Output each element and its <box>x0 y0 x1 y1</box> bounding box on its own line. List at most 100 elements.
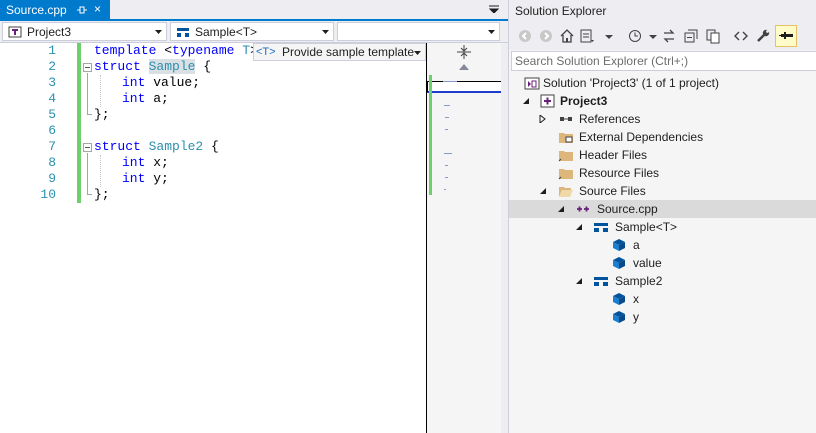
tree-item-struct-sample[interactable]: Sample<T> <box>509 218 816 236</box>
tree-item-references[interactable]: References <box>509 110 816 128</box>
cpp-project-icon <box>540 94 555 108</box>
scroll-up-icon[interactable] <box>459 64 469 70</box>
chevron-down-icon[interactable] <box>414 51 421 55</box>
properties-wrench-icon[interactable] <box>755 28 771 44</box>
field-icon <box>613 293 625 305</box>
chevron-down-icon <box>155 30 162 34</box>
pin-icon[interactable] <box>76 4 88 16</box>
tree-item-label: External Dependencies <box>579 130 704 144</box>
expanded-arrow-icon[interactable] <box>575 223 583 231</box>
tree-item-struct-sample2[interactable]: Sample2 <box>509 272 816 290</box>
sync-active-document-icon[interactable] <box>661 28 677 44</box>
code-editor-pane: Source.cpp × Project3 Sample<T> 1 2 3 4 … <box>0 0 508 433</box>
collapsed-arrow-icon[interactable] <box>539 115 547 123</box>
line-number: 6 <box>48 123 56 138</box>
preview-selected-items-button[interactable] <box>775 25 797 47</box>
solution-explorer-toolbar <box>509 22 816 50</box>
code-text: { <box>203 139 219 154</box>
expanded-arrow-icon[interactable] <box>539 187 547 195</box>
keyword: typename <box>172 43 235 58</box>
tree-item-label: a <box>633 238 640 252</box>
vertical-scrollbar-map[interactable] <box>426 43 502 433</box>
map-code-line <box>444 189 446 190</box>
navigation-bar: Project3 Sample<T> <box>0 21 508 43</box>
collapse-struct-sample-icon[interactable] <box>83 63 92 72</box>
preview-pin-icon <box>779 32 793 39</box>
template-badge: <T> <box>256 46 276 58</box>
scroll-thumb[interactable] <box>427 81 502 93</box>
project-icon <box>8 26 22 38</box>
tree-item-field-x[interactable]: x <box>509 290 816 308</box>
home-icon[interactable] <box>559 28 575 44</box>
project-dropdown[interactable]: Project3 <box>2 22 167 41</box>
code-text: { <box>195 59 212 74</box>
tab-overflow-chevron-icon[interactable] <box>489 5 499 13</box>
line-number: 3 <box>48 75 56 90</box>
line-number: 10 <box>40 187 56 202</box>
collapse-struct-sample2-icon[interactable] <box>83 143 92 152</box>
line-number: 5 <box>48 107 56 122</box>
solution-explorer-search-input[interactable]: Search Solution Explorer (Ctrl+;) <box>511 51 816 71</box>
expanded-arrow-icon[interactable] <box>575 277 583 285</box>
tree-item-project[interactable]: Project3 <box>509 92 816 110</box>
tree-item-external-dependencies[interactable]: External Dependencies <box>509 128 816 146</box>
switch-views-icon[interactable] <box>579 28 595 44</box>
chevron-down-icon[interactable] <box>601 28 617 44</box>
keyword: struct <box>94 139 141 154</box>
scope-dropdown-value: Sample<T> <box>195 25 258 39</box>
tab-source-cpp[interactable]: Source.cpp × <box>0 0 110 19</box>
project-dropdown-value: Project3 <box>27 25 72 39</box>
references-icon <box>560 117 572 121</box>
code-text-area[interactable]: 1 2 3 4 5 6 7 8 9 10 template <typename … <box>0 43 426 433</box>
code-line-4: int a; <box>122 91 169 106</box>
tree-item-field-value[interactable]: value <box>509 254 816 272</box>
tree-item-label: Sample<T> <box>615 220 678 234</box>
line-number: 4 <box>48 91 56 106</box>
solution-tree: Solution 'Project3' (1 of 1 project) Pro… <box>509 73 816 433</box>
show-all-files-icon[interactable] <box>705 28 721 44</box>
expanded-arrow-icon[interactable] <box>522 97 530 105</box>
chevron-down-icon[interactable] <box>645 28 661 44</box>
tree-item-field-a[interactable]: a <box>509 236 816 254</box>
change-tracking-bar <box>77 43 81 203</box>
template-argument-bar[interactable]: <T> Provide sample template <box>253 43 426 61</box>
tree-item-label: x <box>633 292 639 306</box>
tree-item-header-files[interactable]: Header Files <box>509 146 816 164</box>
back-icon[interactable] <box>517 28 533 44</box>
tree-item-source-cpp[interactable]: Source.cpp <box>509 200 816 218</box>
search-placeholder: Search Solution Explorer (Ctrl+;) <box>515 54 689 68</box>
tree-item-field-y[interactable]: y <box>509 308 816 326</box>
pane-splitter[interactable] <box>501 43 508 433</box>
code-line-5: }; <box>94 107 110 122</box>
tree-item-solution[interactable]: Solution 'Project3' (1 of 1 project) <box>509 74 816 92</box>
forward-icon[interactable] <box>538 28 554 44</box>
close-icon[interactable]: × <box>94 3 101 15</box>
tree-item-label: Sample2 <box>615 274 663 288</box>
folder-open-icon <box>559 187 573 197</box>
code-line-10: }; <box>94 187 110 202</box>
tree-item-source-files[interactable]: Source Files <box>509 182 816 200</box>
collapse-all-icon[interactable] <box>683 28 699 44</box>
solution-explorer-title-bar: Solution Explorer <box>509 0 816 22</box>
tree-item-label: Source.cpp <box>597 202 658 216</box>
view-code-icon[interactable] <box>733 28 749 44</box>
member-dropdown[interactable] <box>337 22 500 41</box>
scope-dropdown[interactable]: Sample<T> <box>170 22 334 41</box>
code-line-3: int value; <box>122 75 200 90</box>
pending-changes-filter-icon[interactable] <box>627 28 643 44</box>
tree-item-resource-files[interactable]: Resource Files <box>509 164 816 182</box>
tree-item-label: Source Files <box>579 184 646 198</box>
outline-end <box>87 194 92 195</box>
keyword: int <box>122 91 146 106</box>
split-window-icon[interactable] <box>457 45 471 59</box>
map-code-line <box>444 105 450 106</box>
indent-guide <box>100 75 101 107</box>
line-number: 2 <box>48 59 56 74</box>
cpp-file-icon <box>577 206 589 212</box>
code-line-1: template <typename T> <box>94 43 258 58</box>
document-tab-strip: Source.cpp × <box>0 0 508 21</box>
code-line-7: struct Sample2 { <box>94 139 219 154</box>
map-code-line <box>445 177 448 178</box>
line-number: 7 <box>48 139 56 154</box>
expanded-arrow-icon[interactable] <box>557 205 565 213</box>
